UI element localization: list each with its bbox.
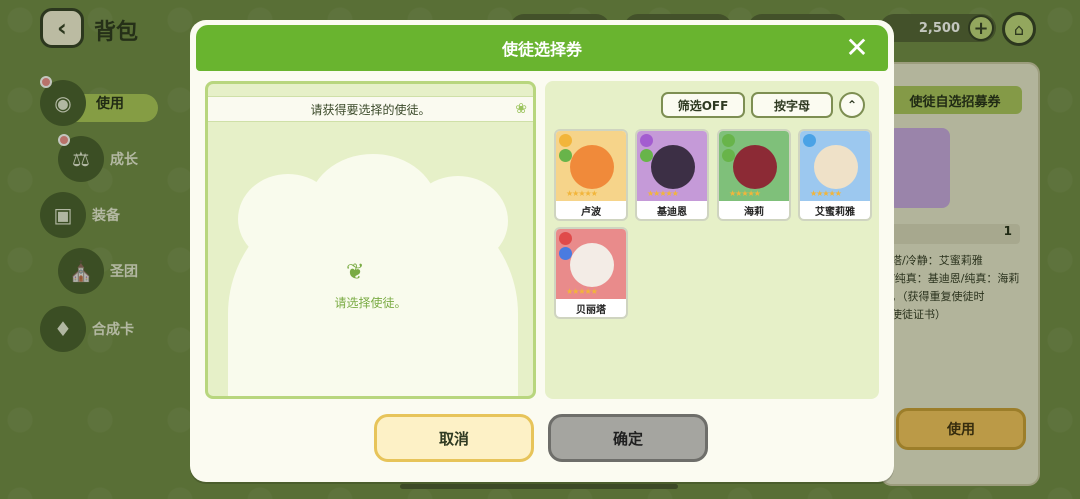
modal-title: 使徒选择券 (501, 40, 582, 59)
element-badge-icon (559, 247, 572, 260)
apostle-card[interactable]: ★★★★★ 海莉 (717, 129, 791, 221)
apostle-select-modal: 使徒选择券 ✕ 请获得要选择的使徒。 ❀ ❦ 请选择使徒。 筛选OFF 按字母 … (190, 20, 894, 482)
selection-preview-pane: 请获得要选择的使徒。 ❀ ❦ 请选择使徒。 (205, 81, 536, 399)
close-icon: ✕ (845, 31, 869, 64)
confirm-button[interactable]: 确定 (548, 414, 708, 462)
apostle-list-pane: 筛选OFF 按字母 ⌃ ★★★★★ 卢波 ★★★★★ 基迪恩 ★★★★★ 海莉 ★★★★★ 艾… (545, 81, 879, 399)
star-rating-icon: ★★★★★ (566, 189, 598, 198)
apostle-face (570, 145, 614, 189)
cancel-button[interactable]: 取消 (374, 414, 534, 462)
sort-button[interactable]: 按字母 (751, 92, 833, 118)
apostle-name: 海莉 (744, 207, 764, 218)
star-rating-icon: ★★★★★ (729, 189, 761, 198)
double-chevron-up-icon: ⌃ (846, 98, 858, 112)
star-rating-icon: ★★★★★ (566, 287, 598, 296)
star-rating-icon: ★★★★★ (810, 189, 842, 198)
hint-bar: 请获得要选择的使徒。 (208, 96, 533, 122)
class-badge-icon (803, 134, 816, 147)
star-rating-icon: ★★★★★ (647, 189, 679, 198)
sprout-icon: ❦ (346, 260, 365, 285)
hint-text: 请获得要选择的使徒。 (310, 102, 431, 117)
class-badge-icon (559, 134, 572, 147)
close-button[interactable]: ✕ (842, 33, 872, 63)
apostle-card[interactable]: ★★★★★ 贝丽塔 (554, 227, 628, 319)
apostle-card[interactable]: ★★★★★ 卢波 (554, 129, 628, 221)
apostle-name: 卢波 (581, 207, 601, 218)
apostle-name: 基迪恩 (657, 207, 687, 218)
element-badge-icon (640, 149, 653, 162)
collapse-button[interactable]: ⌃ (839, 92, 865, 118)
apostle-face (814, 145, 858, 189)
class-badge-icon (722, 134, 735, 147)
apostle-card[interactable]: ★★★★★ 艾蜜莉雅 (798, 129, 872, 221)
apostle-card[interactable]: ★★★★★ 基迪恩 (635, 129, 709, 221)
element-badge-icon (722, 149, 735, 162)
element-badge-icon (559, 149, 572, 162)
apostle-name: 艾蜜莉雅 (815, 207, 855, 218)
modal-header: 使徒选择券 ✕ (196, 25, 888, 71)
leaf-icon: ❀ (515, 101, 527, 117)
class-badge-icon (559, 232, 572, 245)
apostle-face (733, 145, 777, 189)
apostle-face (651, 145, 695, 189)
apostle-name: 贝丽塔 (576, 305, 606, 316)
filter-button[interactable]: 筛选OFF (661, 92, 745, 118)
apostle-face (570, 243, 614, 287)
scroll-indicator (400, 484, 678, 489)
empty-selection-text: 请选择使徒。 (334, 296, 407, 310)
class-badge-icon (640, 134, 653, 147)
